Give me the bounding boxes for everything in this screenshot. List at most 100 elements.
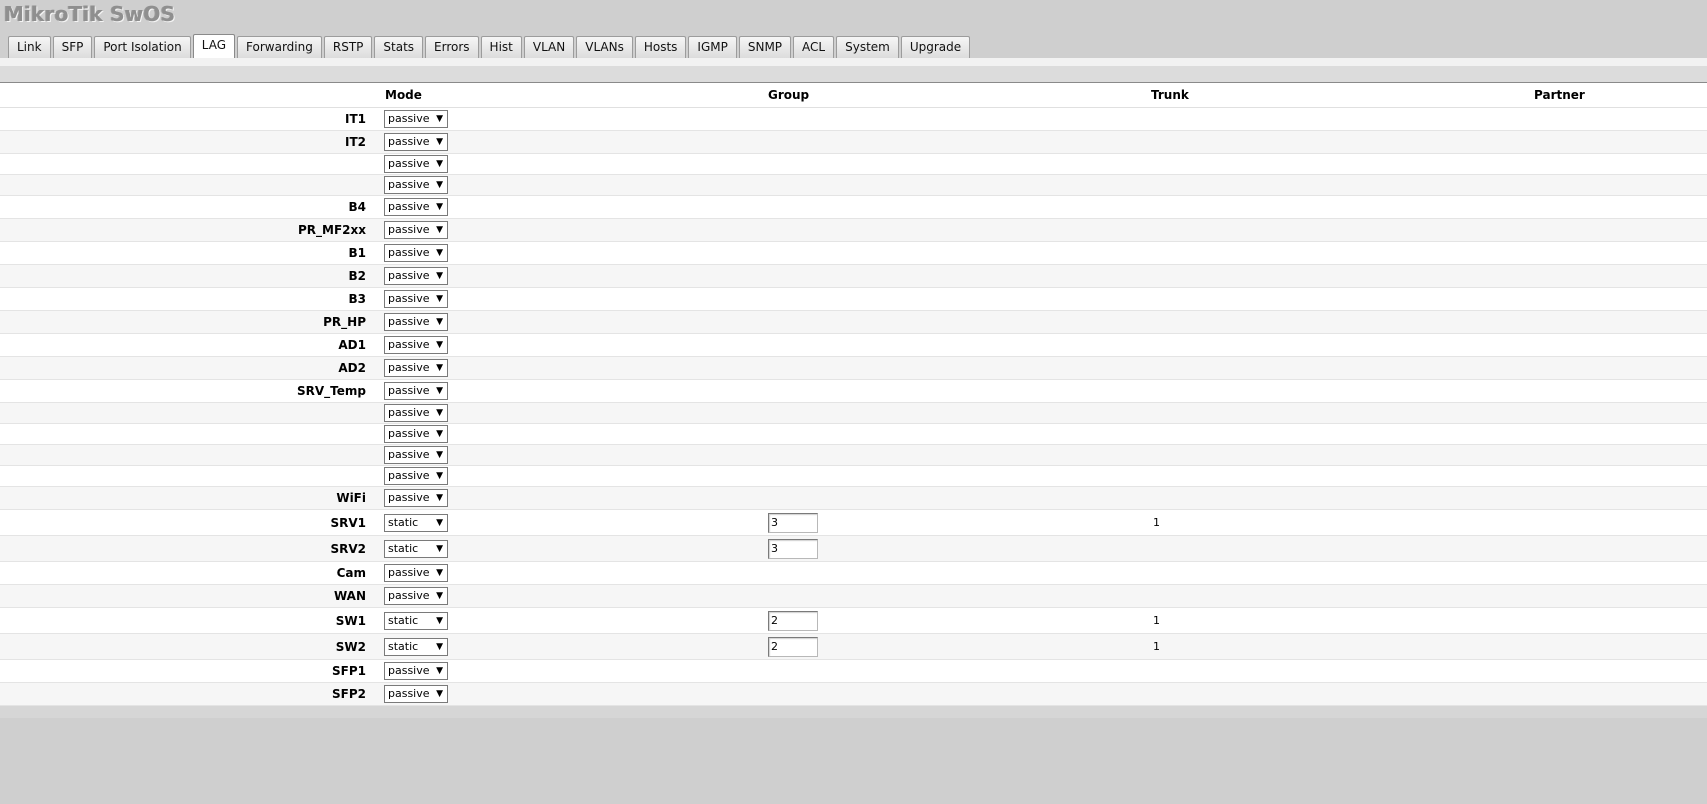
trunk-cell (1151, 107, 1534, 131)
port-name: PR_MF2xx (0, 218, 384, 242)
tab-hosts[interactable]: Hosts (634, 36, 687, 58)
table-row: IT2 passive ▼ (0, 130, 1707, 154)
port-name (0, 465, 384, 487)
toolbar-spacer (0, 58, 1707, 66)
dropdown-arrow-icon: ▼ (436, 429, 443, 439)
mode-select-value: static (388, 515, 419, 529)
mode-cell: passive ▼ (384, 444, 768, 466)
table-row: SW2 static ▼ 1 (0, 633, 1707, 660)
trunk-cell (1151, 241, 1534, 265)
tab-hist[interactable]: Hist (480, 36, 522, 58)
tab-acl[interactable]: ACL (793, 36, 835, 58)
mode-select-value: static (388, 639, 419, 653)
mode-select[interactable]: static ▼ (384, 637, 448, 656)
table-row: SRV2 static ▼ (0, 535, 1707, 562)
mode-select[interactable]: passive ▼ (384, 290, 448, 308)
port-name (0, 402, 384, 424)
partner-cell (1534, 333, 1707, 357)
partner-cell (1534, 195, 1707, 219)
mode-cell: static ▼ (384, 535, 768, 562)
group-input[interactable] (768, 512, 818, 533)
tab-lag[interactable]: LAG (192, 34, 236, 58)
mode-select[interactable]: passive ▼ (384, 489, 448, 507)
column-header-group: Group (768, 83, 1151, 108)
trunk-cell (1151, 153, 1534, 175)
table-row: WiFi passive ▼ (0, 486, 1707, 510)
mode-select[interactable]: passive ▼ (384, 587, 448, 605)
mode-cell: static ▼ (384, 509, 768, 536)
group-cell (768, 486, 1151, 510)
mode-select[interactable]: passive ▼ (384, 662, 448, 680)
mode-select[interactable]: passive ▼ (384, 404, 448, 422)
mode-select-value: passive (388, 664, 430, 677)
mode-select[interactable]: passive ▼ (384, 267, 448, 285)
tab-vlans[interactable]: VLANs (576, 36, 633, 58)
port-name: AD2 (0, 356, 384, 380)
tab-errors[interactable]: Errors (425, 36, 479, 58)
table-row: PR_MF2xx passive ▼ (0, 218, 1707, 242)
tab-forwarding[interactable]: Forwarding (237, 36, 322, 58)
group-input[interactable] (768, 538, 818, 559)
partner-cell (1534, 607, 1707, 634)
partner-cell (1534, 153, 1707, 175)
port-name: B2 (0, 264, 384, 288)
mode-cell: passive ▼ (384, 310, 768, 334)
mode-select-value: passive (388, 112, 430, 125)
mode-select[interactable]: static ▼ (384, 513, 448, 532)
partner-cell (1534, 509, 1707, 536)
mode-select[interactable]: passive ▼ (384, 110, 448, 128)
mode-select[interactable]: passive ▼ (384, 313, 448, 331)
mode-select[interactable]: passive ▼ (384, 446, 448, 464)
mode-select[interactable]: passive ▼ (384, 176, 448, 194)
tab-stats[interactable]: Stats (374, 36, 424, 58)
mode-cell: passive ▼ (384, 130, 768, 154)
mode-cell: passive ▼ (384, 379, 768, 403)
group-cell (768, 682, 1151, 706)
mode-select[interactable]: static ▼ (384, 611, 448, 630)
tab-rstp[interactable]: RSTP (323, 36, 373, 58)
trunk-cell (1151, 584, 1534, 608)
mode-select-value: passive (388, 135, 430, 148)
trunk-cell (1151, 310, 1534, 334)
dropdown-arrow-icon: ▼ (436, 248, 443, 258)
mode-select[interactable]: passive ▼ (384, 155, 448, 173)
mode-select-value: passive (388, 338, 430, 351)
tab-upgrade[interactable]: Upgrade (900, 36, 971, 58)
tab-vlan[interactable]: VLAN (523, 36, 575, 58)
dropdown-arrow-icon: ▼ (436, 471, 443, 481)
mode-select[interactable]: passive ▼ (384, 382, 448, 400)
group-cell (768, 333, 1151, 357)
tab-port-isolation[interactable]: Port Isolation (94, 36, 191, 58)
tab-sfp[interactable]: SFP (52, 36, 93, 58)
trunk-cell: 1 (1151, 607, 1534, 634)
column-header-mode: Mode (384, 83, 768, 108)
group-cell (768, 153, 1151, 175)
tab-link[interactable]: Link (8, 36, 51, 58)
mode-select[interactable]: passive ▼ (384, 221, 448, 239)
group-input[interactable] (768, 636, 818, 657)
mode-select[interactable]: passive ▼ (384, 425, 448, 443)
trunk-cell (1151, 379, 1534, 403)
mode-select[interactable]: passive ▼ (384, 244, 448, 262)
mode-select[interactable]: passive ▼ (384, 133, 448, 151)
tab-system[interactable]: System (836, 36, 899, 58)
mode-select[interactable]: static ▼ (384, 539, 448, 558)
mode-select[interactable]: passive ▼ (384, 359, 448, 377)
tab-igmp[interactable]: IGMP (688, 36, 737, 58)
group-cell (768, 264, 1151, 288)
dropdown-arrow-icon: ▼ (436, 225, 443, 235)
group-input[interactable] (768, 610, 818, 631)
tab-snmp[interactable]: SNMP (738, 36, 792, 58)
dropdown-arrow-icon: ▼ (436, 615, 443, 626)
port-name: B3 (0, 287, 384, 311)
mode-select[interactable]: passive ▼ (384, 336, 448, 354)
mode-select[interactable]: passive ▼ (384, 685, 448, 703)
table-row: AD1 passive ▼ (0, 333, 1707, 357)
trunk-cell (1151, 333, 1534, 357)
mode-select[interactable]: passive ▼ (384, 564, 448, 582)
mode-select[interactable]: passive ▼ (384, 198, 448, 216)
port-name: PR_HP (0, 310, 384, 334)
partner-cell (1534, 423, 1707, 445)
port-name: B1 (0, 241, 384, 265)
mode-select[interactable]: passive ▼ (384, 467, 448, 485)
